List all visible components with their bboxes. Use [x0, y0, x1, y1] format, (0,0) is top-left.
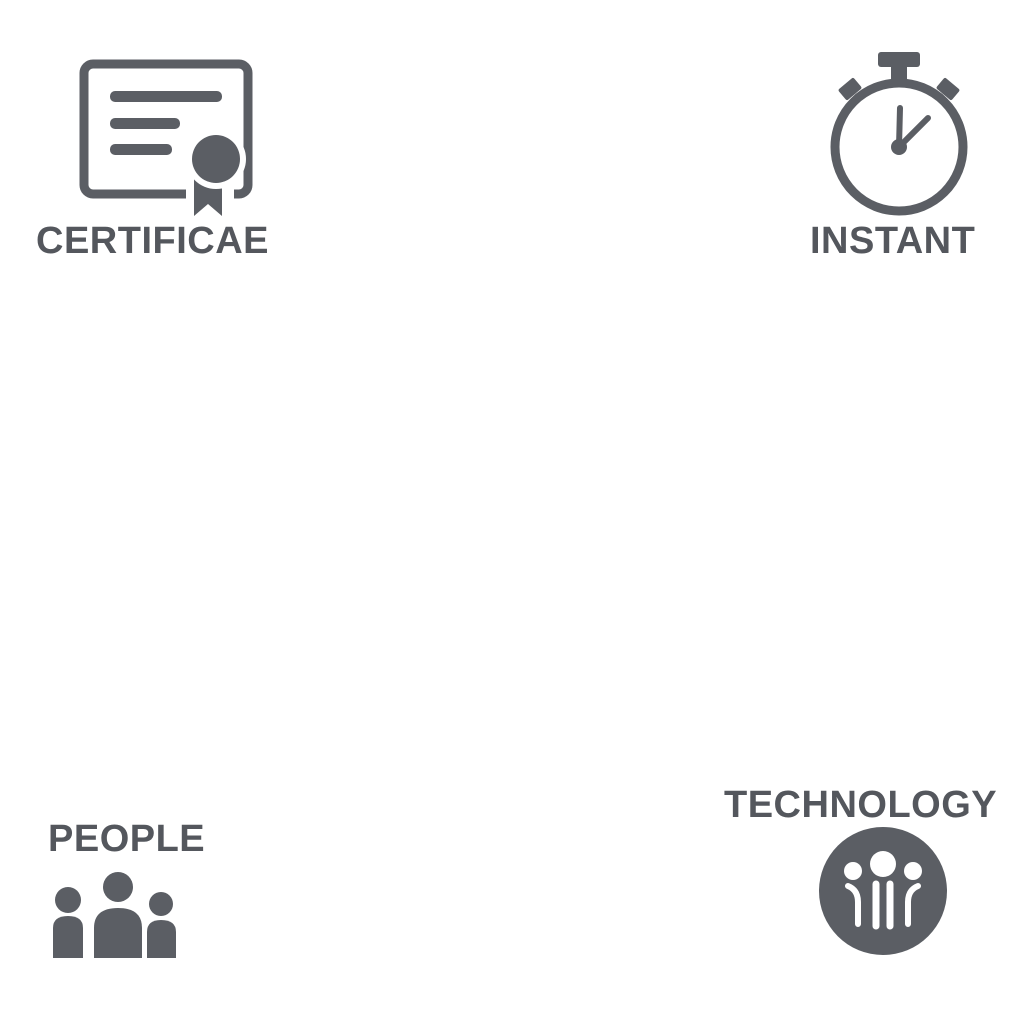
certificate-label: CERTIFICAE: [36, 220, 269, 262]
stopwatch-icon: [826, 50, 976, 220]
people-group-icon: [50, 872, 184, 962]
technology-label: TECHNOLOGY: [724, 784, 998, 826]
instant-label: INSTANT: [810, 220, 976, 262]
certificate-icon: [78, 58, 258, 218]
technology-people-icon: [818, 826, 948, 956]
people-label: PEOPLE: [48, 818, 206, 860]
